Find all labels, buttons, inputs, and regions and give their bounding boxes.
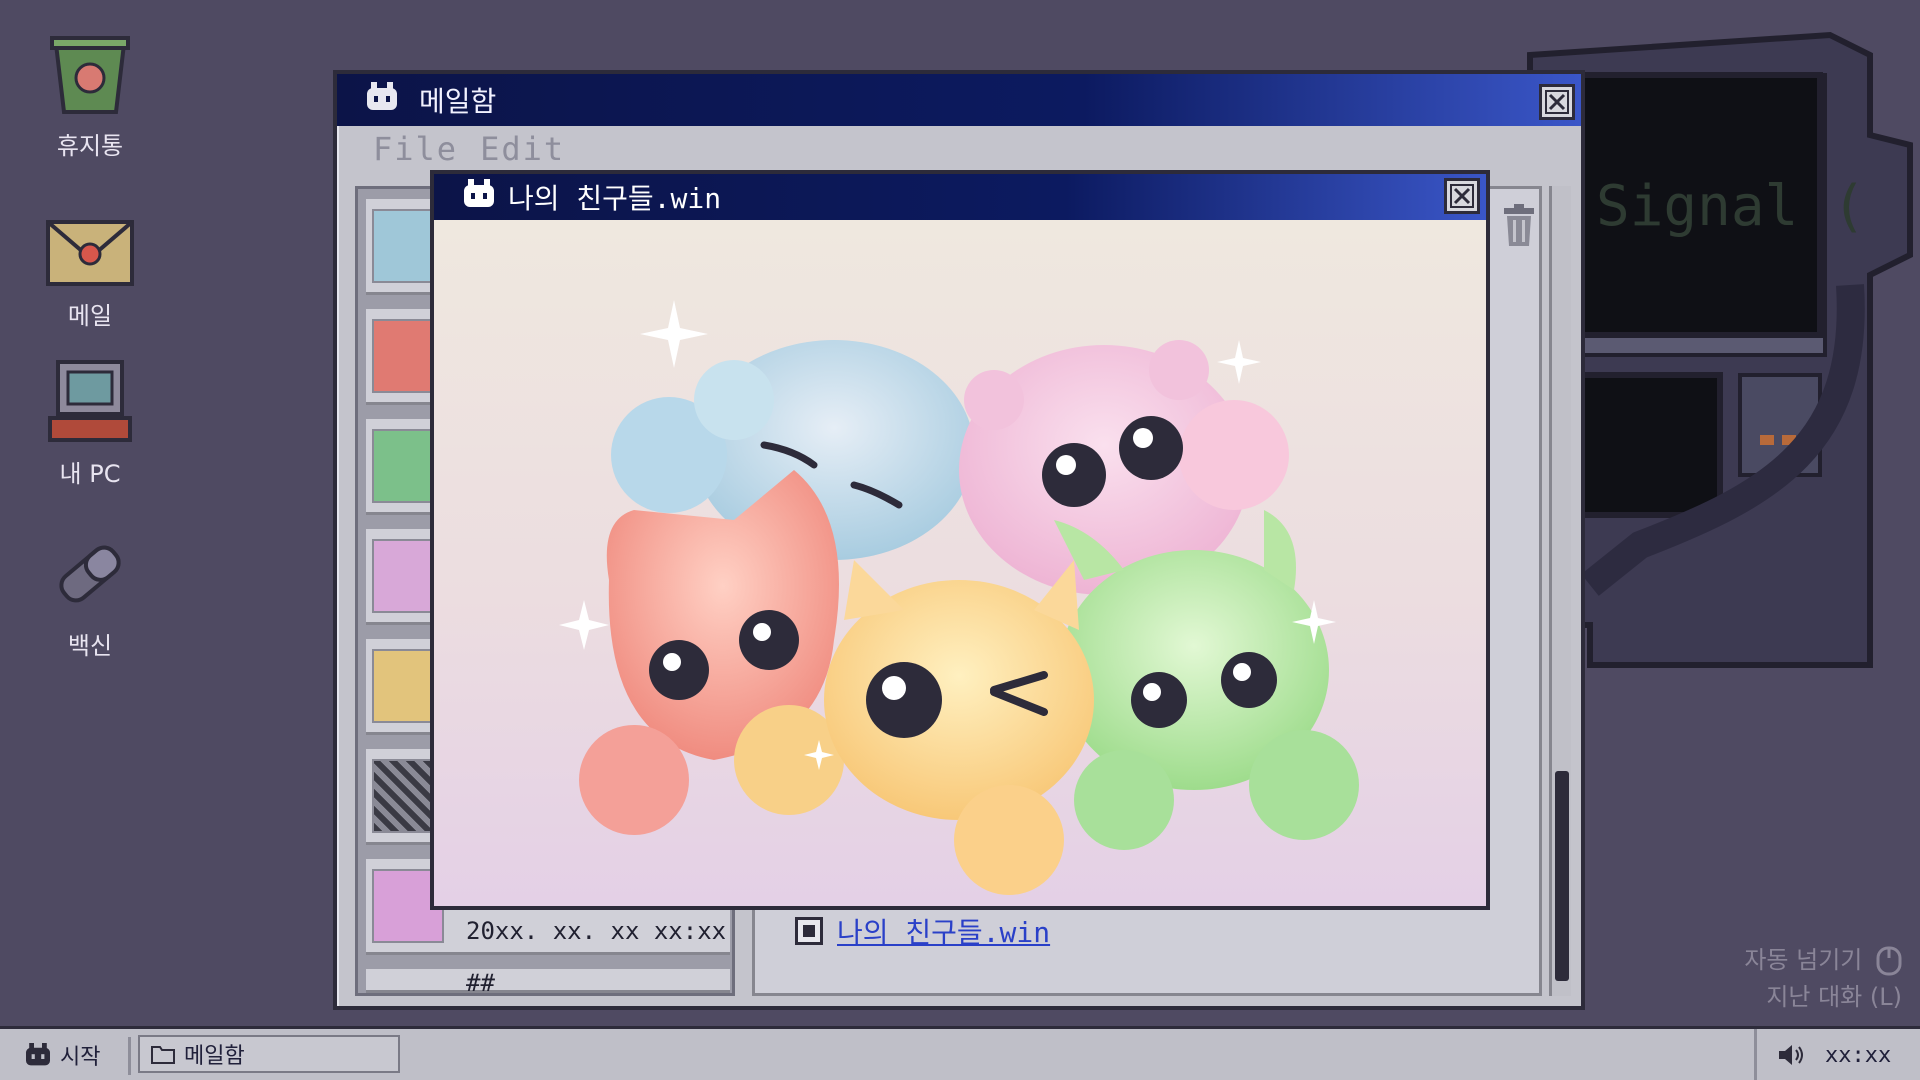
mailbox-scrollbar[interactable] — [1549, 186, 1571, 996]
friends-close-button[interactable] — [1444, 178, 1480, 214]
close-icon — [1545, 90, 1569, 114]
taskbar-item-label: 메일함 — [184, 1044, 245, 1069]
taskbar: 시작 메일함 xx:xx — [0, 1026, 1920, 1080]
list-item[interactable]: ## — [366, 969, 730, 997]
trash-icon — [1504, 204, 1534, 246]
system-tray: xx:xx — [1754, 1029, 1920, 1080]
machine-screen-text: Signal ( — [1596, 174, 1866, 239]
robot-logo-icon — [462, 178, 496, 216]
start-button[interactable]: 시작 — [10, 1035, 120, 1075]
clock: xx:xx — [1825, 1042, 1892, 1068]
mail-date: 20xx. xx. xx xx:xx — [466, 917, 727, 945]
robot-logo-icon — [26, 1043, 50, 1066]
auto-skip-toggle[interactable]: 자동 넘기기 — [1744, 940, 1902, 976]
robot-logo-icon — [365, 81, 399, 119]
friends-illustration — [434, 220, 1486, 906]
friends-window-title: 나의 친구들.win — [508, 182, 722, 215]
mail-sender: ## — [466, 969, 495, 997]
menu-edit[interactable]: Edit — [480, 130, 565, 168]
desktop-icon-trash[interactable]: 휴지통 — [30, 28, 150, 161]
attachment-name: 나의 친구들.win — [837, 916, 1051, 949]
past-dialogue-button[interactable]: 지난 대화 (L) — [1766, 977, 1902, 1012]
mail-envelope-icon — [46, 220, 134, 286]
mouse-icon — [1876, 946, 1902, 976]
attachment-link[interactable]: 나의 친구들.win — [795, 911, 1050, 951]
start-label: 시작 — [60, 1045, 101, 1070]
friends-title-bar[interactable]: 나의 친구들.win — [434, 174, 1486, 220]
desktop-icon-label: 메일 — [67, 302, 113, 330]
menu-file[interactable]: File — [373, 130, 458, 168]
mailbox-close-button[interactable] — [1539, 84, 1575, 120]
delete-mail-button[interactable] — [1502, 204, 1536, 252]
file-icon — [795, 917, 823, 945]
desktop-icon-label: 내 PC — [59, 460, 121, 488]
past-dialogue-label: 지난 대화 (L) — [1766, 983, 1902, 1011]
desktop-icon-label: 백신 — [67, 632, 113, 660]
speaker-icon[interactable] — [1777, 1042, 1807, 1068]
mailbox-title: 메일함 — [419, 85, 497, 118]
taskbar-item-mailbox[interactable]: 메일함 — [138, 1035, 400, 1073]
taskbar-divider — [128, 1037, 131, 1075]
desktop-icon-my-pc[interactable]: 내 PC — [30, 356, 150, 489]
close-icon — [1450, 184, 1474, 208]
scrollbar-thumb[interactable] — [1555, 771, 1569, 981]
desktop-icon-label: 휴지통 — [56, 132, 124, 160]
vaccine-icon — [59, 545, 121, 603]
friends-image-window: 나의 친구들.win — [430, 170, 1490, 910]
desktop-icon-vaccine[interactable]: 백신 — [30, 528, 150, 661]
computer-icon — [48, 360, 132, 442]
trash-bin-icon — [50, 36, 130, 114]
mailbox-title-bar[interactable]: 메일함 — [337, 74, 1581, 126]
mailbox-menu-bar: File Edit — [337, 126, 1581, 172]
folder-icon — [151, 1046, 175, 1064]
desktop-icon-mail[interactable]: 메일 — [30, 218, 150, 331]
auto-skip-label: 자동 넘기기 — [1744, 946, 1863, 974]
